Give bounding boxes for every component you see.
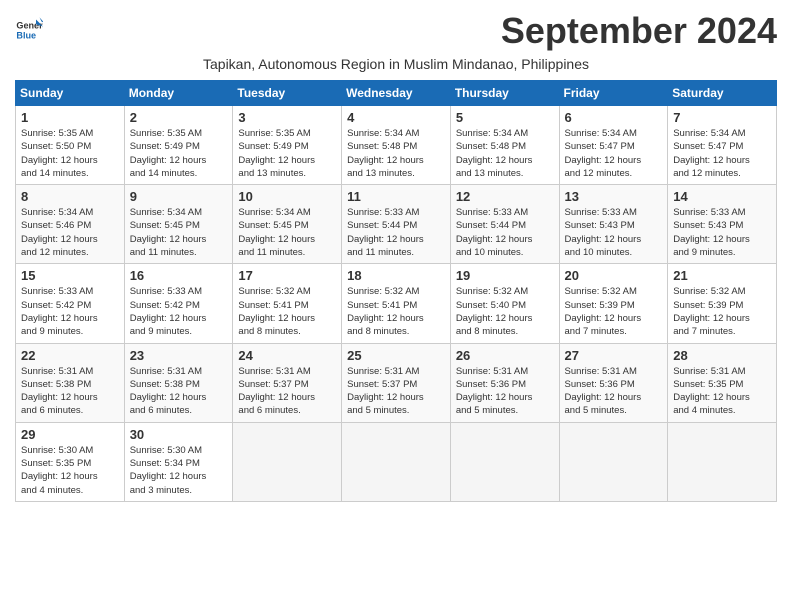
calendar-cell: 24Sunrise: 5:31 AMSunset: 5:37 PMDayligh… <box>233 343 342 422</box>
logo: General Blue <box>15 16 43 44</box>
calendar-cell: 15Sunrise: 5:33 AMSunset: 5:42 PMDayligh… <box>16 264 125 343</box>
day-header-monday: Monday <box>124 81 233 106</box>
svg-text:Blue: Blue <box>16 30 36 40</box>
calendar-cell: 11Sunrise: 5:33 AMSunset: 5:44 PMDayligh… <box>342 185 451 264</box>
calendar-cell: 27Sunrise: 5:31 AMSunset: 5:36 PMDayligh… <box>559 343 668 422</box>
calendar-cell: 14Sunrise: 5:33 AMSunset: 5:43 PMDayligh… <box>668 185 777 264</box>
calendar-cell: 30Sunrise: 5:30 AMSunset: 5:34 PMDayligh… <box>124 422 233 501</box>
location-subtitle: Tapikan, Autonomous Region in Muslim Min… <box>15 56 777 72</box>
calendar-cell: 29Sunrise: 5:30 AMSunset: 5:35 PMDayligh… <box>16 422 125 501</box>
calendar-cell: 7Sunrise: 5:34 AMSunset: 5:47 PMDaylight… <box>668 106 777 185</box>
calendar-cell: 8Sunrise: 5:34 AMSunset: 5:46 PMDaylight… <box>16 185 125 264</box>
calendar-cell: 16Sunrise: 5:33 AMSunset: 5:42 PMDayligh… <box>124 264 233 343</box>
calendar-week-4: 29Sunrise: 5:30 AMSunset: 5:35 PMDayligh… <box>16 422 777 501</box>
calendar-cell: 9Sunrise: 5:34 AMSunset: 5:45 PMDaylight… <box>124 185 233 264</box>
calendar-cell: 12Sunrise: 5:33 AMSunset: 5:44 PMDayligh… <box>450 185 559 264</box>
logo-icon: General Blue <box>15 16 43 44</box>
day-header-wednesday: Wednesday <box>342 81 451 106</box>
calendar-cell: 22Sunrise: 5:31 AMSunset: 5:38 PMDayligh… <box>16 343 125 422</box>
calendar-cell: 23Sunrise: 5:31 AMSunset: 5:38 PMDayligh… <box>124 343 233 422</box>
calendar-cell: 4Sunrise: 5:34 AMSunset: 5:48 PMDaylight… <box>342 106 451 185</box>
calendar-cell: 26Sunrise: 5:31 AMSunset: 5:36 PMDayligh… <box>450 343 559 422</box>
calendar-cell: 20Sunrise: 5:32 AMSunset: 5:39 PMDayligh… <box>559 264 668 343</box>
calendar-cell <box>342 422 451 501</box>
calendar-week-1: 8Sunrise: 5:34 AMSunset: 5:46 PMDaylight… <box>16 185 777 264</box>
calendar-cell: 21Sunrise: 5:32 AMSunset: 5:39 PMDayligh… <box>668 264 777 343</box>
day-header-sunday: Sunday <box>16 81 125 106</box>
calendar-body: 1Sunrise: 5:35 AMSunset: 5:50 PMDaylight… <box>16 106 777 502</box>
calendar-table: SundayMondayTuesdayWednesdayThursdayFrid… <box>15 80 777 502</box>
month-title: September 2024 <box>501 10 777 52</box>
calendar-week-2: 15Sunrise: 5:33 AMSunset: 5:42 PMDayligh… <box>16 264 777 343</box>
calendar-cell <box>450 422 559 501</box>
calendar-week-3: 22Sunrise: 5:31 AMSunset: 5:38 PMDayligh… <box>16 343 777 422</box>
calendar-cell: 2Sunrise: 5:35 AMSunset: 5:49 PMDaylight… <box>124 106 233 185</box>
calendar-cell: 13Sunrise: 5:33 AMSunset: 5:43 PMDayligh… <box>559 185 668 264</box>
calendar-cell: 19Sunrise: 5:32 AMSunset: 5:40 PMDayligh… <box>450 264 559 343</box>
day-header-saturday: Saturday <box>668 81 777 106</box>
svg-text:General: General <box>16 21 43 31</box>
calendar-cell: 18Sunrise: 5:32 AMSunset: 5:41 PMDayligh… <box>342 264 451 343</box>
day-header-friday: Friday <box>559 81 668 106</box>
day-header-tuesday: Tuesday <box>233 81 342 106</box>
calendar-cell: 10Sunrise: 5:34 AMSunset: 5:45 PMDayligh… <box>233 185 342 264</box>
calendar-cell: 3Sunrise: 5:35 AMSunset: 5:49 PMDaylight… <box>233 106 342 185</box>
calendar-cell: 5Sunrise: 5:34 AMSunset: 5:48 PMDaylight… <box>450 106 559 185</box>
calendar-week-0: 1Sunrise: 5:35 AMSunset: 5:50 PMDaylight… <box>16 106 777 185</box>
calendar-cell: 17Sunrise: 5:32 AMSunset: 5:41 PMDayligh… <box>233 264 342 343</box>
calendar-cell <box>668 422 777 501</box>
calendar-header: SundayMondayTuesdayWednesdayThursdayFrid… <box>16 81 777 106</box>
calendar-cell: 28Sunrise: 5:31 AMSunset: 5:35 PMDayligh… <box>668 343 777 422</box>
day-header-thursday: Thursday <box>450 81 559 106</box>
calendar-cell: 6Sunrise: 5:34 AMSunset: 5:47 PMDaylight… <box>559 106 668 185</box>
calendar-cell: 1Sunrise: 5:35 AMSunset: 5:50 PMDaylight… <box>16 106 125 185</box>
calendar-cell <box>559 422 668 501</box>
calendar-cell <box>233 422 342 501</box>
calendar-cell: 25Sunrise: 5:31 AMSunset: 5:37 PMDayligh… <box>342 343 451 422</box>
